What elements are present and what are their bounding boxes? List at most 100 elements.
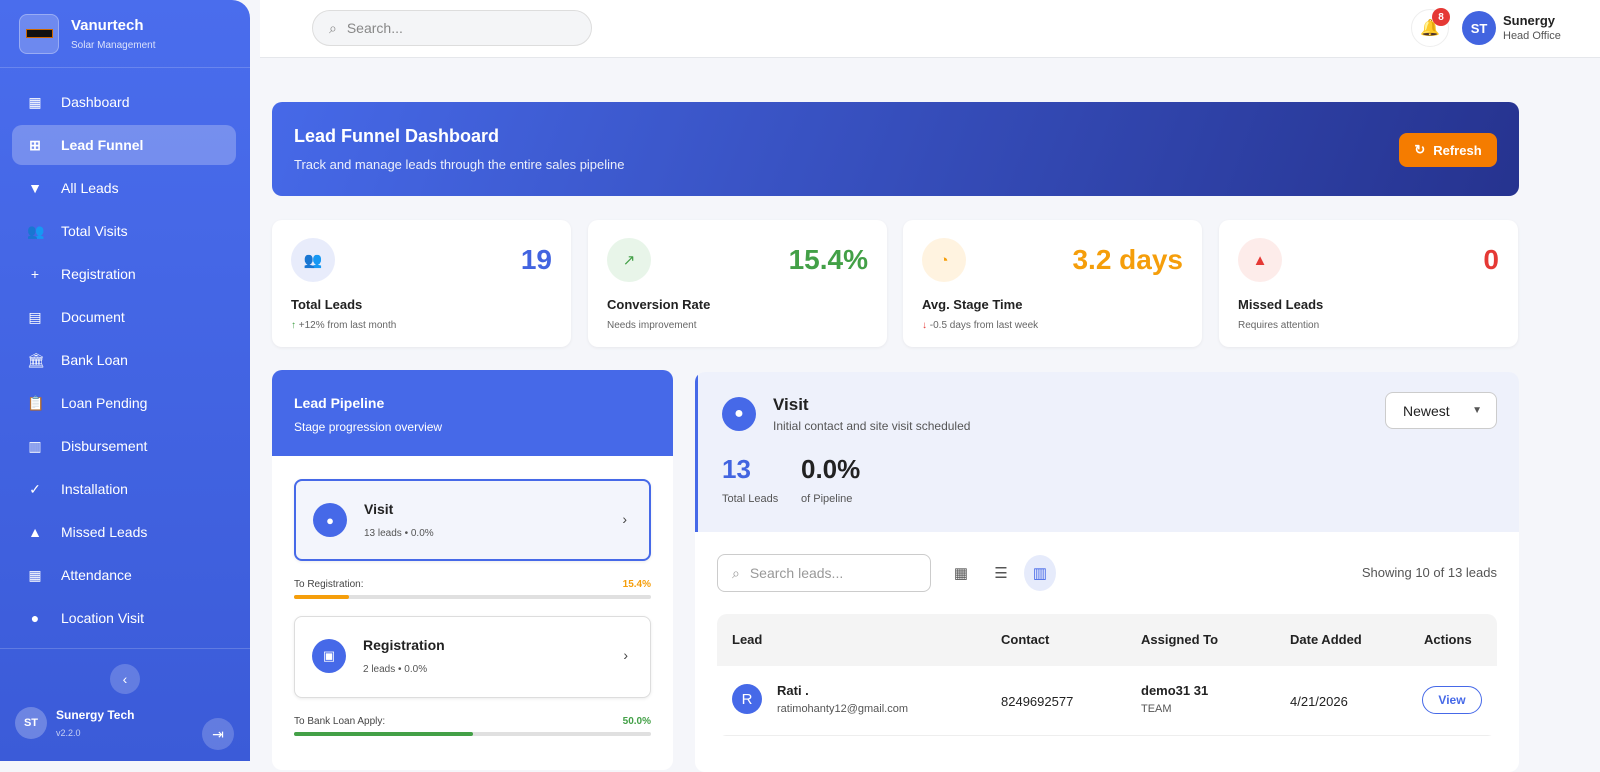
- sidebar-item-label: Lead Funnel: [61, 137, 144, 153]
- table-header: Lead Contact Assigned To Date Added Acti…: [717, 614, 1497, 666]
- grid-view-button[interactable]: ▦: [945, 555, 977, 591]
- document-icon: ▤: [28, 308, 42, 325]
- lead-avatar: R: [732, 684, 762, 714]
- user-avatar[interactable]: ST: [1462, 11, 1496, 45]
- table-view-button[interactable]: ▥: [1024, 555, 1056, 591]
- brand-name: Vanurtech: [71, 16, 144, 34]
- search-placeholder: Search leads...: [749, 565, 844, 581]
- person-icon: ●: [722, 397, 756, 431]
- list-view-button[interactable]: ☰: [985, 555, 1017, 591]
- page-subtitle: Track and manage leads through the entir…: [294, 157, 625, 172]
- conversion-label: To Bank Loan Apply:: [294, 716, 386, 727]
- stat-subtitle: ↑ +12% from last month: [291, 320, 552, 331]
- arrow-down-icon: ↓: [922, 320, 930, 331]
- registration-icon: +: [30, 266, 40, 282]
- stage-visit[interactable]: ● Visit 13 leads • 0.0% ›: [294, 479, 651, 561]
- search-icon: ⌕: [329, 19, 337, 36]
- stat-title: Missed Leads: [1238, 297, 1324, 312]
- sidebar-item-all-leads[interactable]: ▼ All Leads: [12, 168, 236, 208]
- search-leads-input[interactable]: ⌕ Search leads...: [717, 554, 931, 592]
- stat-subtitle-text: Needs improvement: [607, 320, 697, 331]
- stat-subtitle: Requires attention: [1238, 320, 1499, 331]
- view-button[interactable]: View: [1422, 686, 1482, 714]
- stage-registration[interactable]: ▣ Registration 2 leads • 0.0% ›: [294, 616, 651, 698]
- search-icon: ⌕: [732, 564, 740, 581]
- sidebar-item-missed-leads[interactable]: ▲ Missed Leads: [12, 512, 236, 552]
- assigned-team: TEAM: [1141, 703, 1172, 715]
- sidebar-item-total-visits[interactable]: 👥 Total Visits: [12, 211, 236, 251]
- stage-meta: 2 leads • 0.0%: [363, 664, 428, 675]
- sidebar-item-lead-funnel[interactable]: ⊞ Lead Funnel: [12, 125, 236, 165]
- showing-count: Showing 10 of 13 leads: [1361, 565, 1497, 580]
- sidebar-item-disbursement[interactable]: ▥ Disbursement: [12, 426, 236, 466]
- conversion-to-registration: To Registration: 15.4%: [294, 579, 651, 599]
- avatar: ST: [15, 707, 47, 739]
- sidebar-item-label: Attendance: [61, 567, 132, 583]
- arrow-up-icon: ↑: [291, 320, 299, 331]
- stat-value: 15.4%: [788, 244, 868, 275]
- chevron-right-icon: ›: [622, 511, 627, 527]
- stat-value: 19: [520, 244, 552, 275]
- stage-description: Initial contact and site visit scheduled: [773, 419, 971, 433]
- sidebar-item-label: Disbursement: [61, 438, 148, 454]
- leads-table: Lead Contact Assigned To Date Added Acti…: [717, 614, 1497, 736]
- stage-name: Visit: [364, 501, 394, 517]
- sidebar-item-label: All Leads: [61, 180, 119, 196]
- page-banner: Lead Funnel Dashboard Track and manage l…: [272, 102, 1519, 196]
- sidebar-item-attendance[interactable]: ▦ Attendance: [12, 555, 236, 595]
- sidebar-item-label: Document: [61, 309, 125, 325]
- pipeline-share-label: of Pipeline: [801, 493, 853, 505]
- bank-loan-icon: 🏛: [27, 351, 45, 368]
- global-search-input[interactable]: ⌕ Search...: [312, 10, 592, 46]
- installation-icon: ✓: [29, 480, 41, 497]
- disbursement-icon: ▥: [28, 437, 42, 454]
- notifications-button[interactable]: 🔔 8: [1411, 8, 1450, 47]
- date-added: 4/21/2026: [1290, 694, 1348, 709]
- column-header: Contact: [1001, 632, 1050, 647]
- sidebar-item-loan-pending[interactable]: 📋 Loan Pending: [12, 383, 236, 423]
- lead-name: Rati .: [777, 683, 809, 698]
- dashboard-icon: ▦: [28, 93, 42, 110]
- sidebar-item-location-visit[interactable]: ● Location Visit: [12, 598, 236, 638]
- stat-subtitle: ↓ -0.5 days from last week: [922, 320, 1183, 331]
- conversion-progress: [294, 595, 651, 599]
- total-leads-card: 👥 19 Total Leads ↑ +12% from last month: [272, 220, 571, 347]
- chevron-down-icon: ▼: [1472, 405, 1482, 416]
- conversion-label: To Registration:: [294, 579, 364, 590]
- collapse-sidebar-button[interactable]: ‹: [110, 664, 140, 694]
- stage-detail-panel: ● Visit Initial contact and site visit s…: [695, 372, 1519, 772]
- sidebar-item-label: Bank Loan: [61, 352, 128, 368]
- refresh-icon: ↻: [1414, 142, 1426, 157]
- total-visits-icon: 👥: [27, 222, 45, 239]
- stat-value: 3.2 days: [1072, 244, 1183, 275]
- sidebar-item-label: Missed Leads: [61, 524, 148, 540]
- refresh-button[interactable]: ↻ Refresh: [1399, 133, 1497, 167]
- badge-icon: ▣: [312, 639, 346, 673]
- app-version: v2.2.0: [56, 728, 81, 738]
- location-visit-icon: ●: [30, 610, 40, 626]
- lead-funnel-icon: ⊞: [29, 136, 41, 153]
- sidebar-item-registration[interactable]: + Registration: [12, 254, 236, 294]
- stat-subtitle-text: +12% from last month: [298, 320, 397, 331]
- column-header: Lead: [732, 632, 763, 647]
- sidebar-item-label: Installation: [61, 481, 128, 497]
- logout-button[interactable]: ⇥: [202, 718, 234, 750]
- conversion-rate-card: ↗ 15.4% Conversion Rate Needs improvemen…: [588, 220, 887, 347]
- sidebar-item-dashboard[interactable]: ▦ Dashboard: [12, 82, 236, 122]
- total-leads-label: Total Leads: [722, 493, 779, 505]
- stat-subtitle-text: -0.5 days from last week: [929, 320, 1039, 331]
- stat-title: Total Leads: [291, 297, 363, 312]
- sidebar-item-document[interactable]: ▤ Document: [12, 297, 236, 337]
- sidebar-item-label: Total Visits: [61, 223, 128, 239]
- stat-value: 0: [1483, 244, 1499, 275]
- sidebar-item-installation[interactable]: ✓ Installation: [12, 469, 236, 509]
- sort-select[interactable]: Newest ▼: [1385, 392, 1497, 429]
- avg-stage-time-card: ◔ 3.2 days Avg. Stage Time ↓ -0.5 days f…: [903, 220, 1202, 347]
- chevron-right-icon: ›: [623, 647, 628, 663]
- sidebar-item-bank-loan[interactable]: 🏛 Bank Loan: [12, 340, 236, 380]
- loan-pending-icon: 📋: [27, 394, 45, 411]
- column-header: Date Added: [1290, 632, 1362, 647]
- lead-contact: 8249692577: [1001, 694, 1074, 709]
- assigned-to: demo31 31: [1141, 683, 1209, 698]
- table-row: R Rati . ratimohanty12@gmail.com 8249692…: [717, 666, 1497, 736]
